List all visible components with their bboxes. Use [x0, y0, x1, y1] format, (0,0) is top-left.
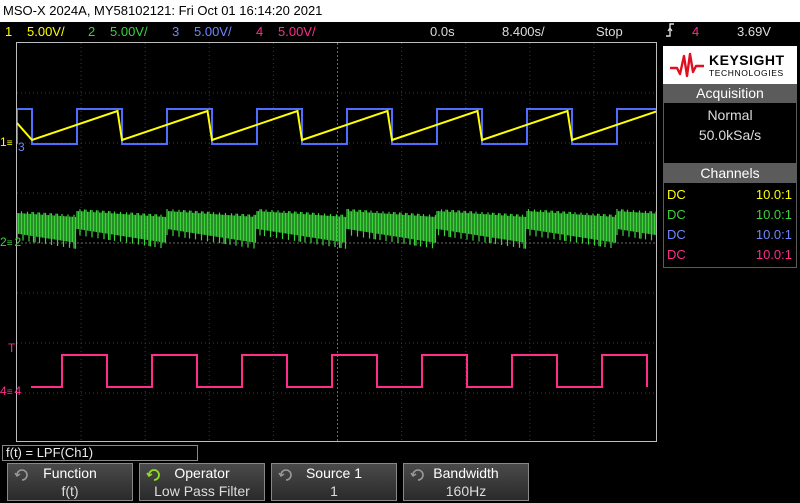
ch1-number[interactable]: 1 — [5, 22, 12, 42]
rotary-knob-icon — [146, 469, 160, 481]
ch1-ground-marker[interactable]: 1≡ — [0, 136, 13, 150]
rotary-knob-icon — [410, 469, 424, 481]
keysight-wave-icon — [670, 52, 704, 78]
bandwidth-softkey[interactable]: Bandwidth 160Hz — [403, 463, 529, 501]
channel-row-3[interactable]: DC 10.0:1 — [664, 225, 796, 245]
trigger-edge-icon — [664, 22, 676, 44]
channel-row-2[interactable]: DC 10.0:1 — [664, 205, 796, 225]
channels-heading[interactable]: Channels — [663, 164, 797, 182]
function-expression: f(t) = LPF(Ch1) — [2, 445, 198, 461]
ch2-number[interactable]: 2 — [88, 22, 95, 42]
channel-row-4[interactable]: DC 10.0:1 — [664, 245, 796, 265]
acquisition-mode: Normal — [707, 107, 753, 123]
ch3-scale[interactable]: 5.00V/ — [194, 22, 232, 42]
timebase[interactable]: 8.400s/ — [502, 22, 545, 42]
ch1-scale[interactable]: 5.00V/ — [27, 22, 65, 42]
trigger-level[interactable]: 3.69V — [737, 22, 771, 42]
ch2-ground-marker[interactable]: 2≡ 2 — [0, 236, 21, 250]
sample-rate: 50.0kSa/s — [698, 127, 762, 143]
function-softkey[interactable]: Function f(t) — [7, 463, 133, 501]
graticule-grid — [17, 43, 656, 441]
waveform-display[interactable] — [16, 42, 657, 442]
status-bar: 1 5.00V/ 2 5.00V/ 3 5.00V/ 4 5.00V/ 0.0s… — [0, 22, 800, 42]
ch2-scale[interactable]: 5.00V/ — [110, 22, 148, 42]
trigger-source[interactable]: 4 — [692, 22, 699, 42]
run-state: Stop — [596, 24, 623, 39]
ch4-trace — [31, 354, 648, 388]
rotary-knob-icon — [278, 469, 292, 481]
acquisition-heading[interactable]: Acquisition — [663, 84, 797, 102]
keysight-logo: KEYSIGHT TECHNOLOGIES — [663, 46, 797, 84]
channel-row-1[interactable]: DC 10.0:1 — [664, 185, 796, 205]
ch4-number[interactable]: 4 — [256, 22, 263, 42]
ch4-scale[interactable]: 5.00V/ — [278, 22, 316, 42]
ch3-number[interactable]: 3 — [172, 22, 179, 42]
side-panel: KEYSIGHT TECHNOLOGIES Acquisition Normal… — [659, 44, 800, 444]
channels-panel: DC 10.0:1 DC 10.0:1 DC 10.0:1 DC 10.0:1 — [663, 182, 797, 268]
trigger-level-marker[interactable]: T — [8, 342, 15, 354]
ch3-ground-marker[interactable]: 3 — [18, 141, 25, 153]
ch4-ground-marker[interactable]: 4≡ 4 — [0, 385, 21, 399]
time-delay[interactable]: 0.0s — [430, 22, 455, 42]
acquisition-panel: Normal 50.0kSa/s — [663, 102, 797, 164]
operator-softkey[interactable]: Operator Low Pass Filter — [139, 463, 265, 501]
brand-tagline: TECHNOLOGIES — [709, 68, 784, 78]
rotary-knob-icon — [14, 469, 28, 481]
source1-softkey[interactable]: Source 11 — [271, 463, 397, 501]
brand-name: KEYSIGHT — [709, 52, 785, 68]
window-title: MSO-X 2024A, MY58102121: Fri Oct 01 16:1… — [0, 0, 800, 22]
waveform-canvas — [17, 43, 656, 441]
